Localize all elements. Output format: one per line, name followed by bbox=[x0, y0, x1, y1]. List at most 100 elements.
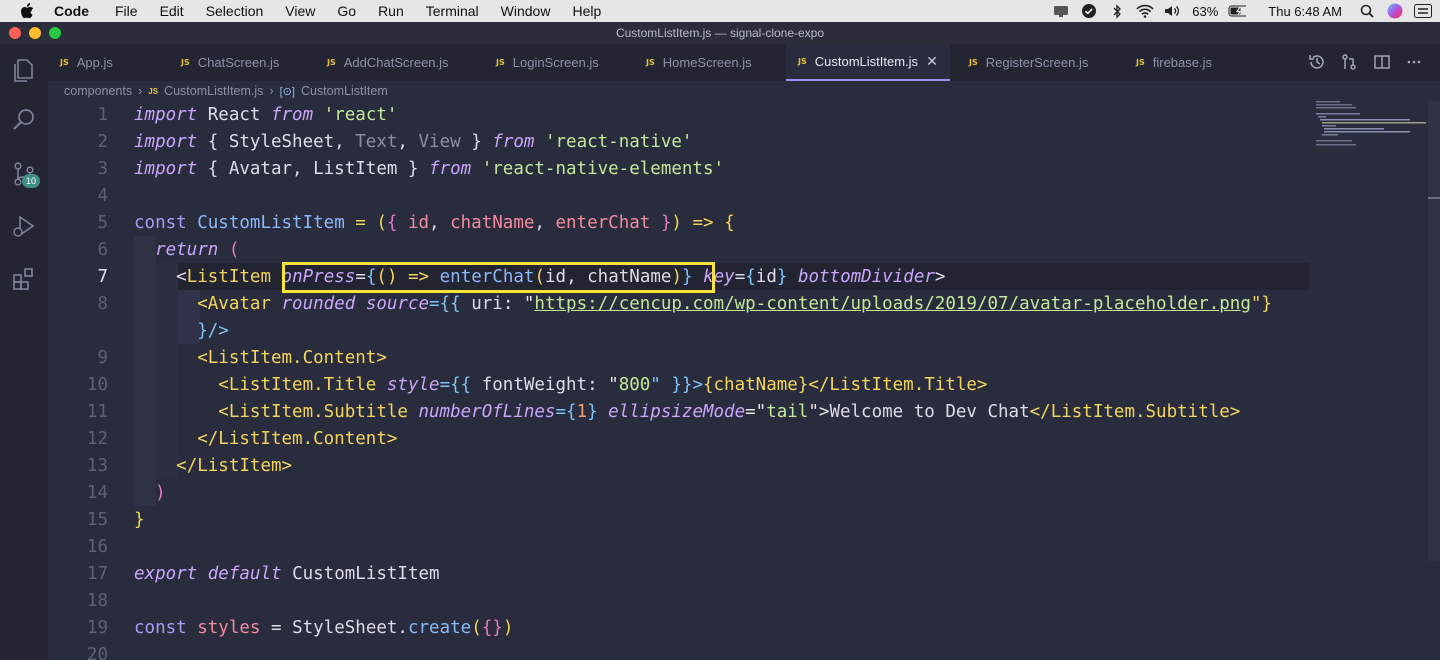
code-token: , bbox=[429, 213, 451, 233]
tab-label: ChatScreen.js bbox=[197, 55, 280, 70]
chevron-right-icon: › bbox=[269, 84, 274, 98]
more-actions-icon[interactable] bbox=[1405, 53, 1423, 71]
extensions-icon[interactable] bbox=[10, 264, 38, 292]
code-token: id bbox=[397, 213, 430, 233]
menu-edit[interactable]: Edit bbox=[160, 3, 184, 19]
breadcrumb-symbol[interactable]: CustomListItem bbox=[301, 84, 388, 98]
close-tab-icon[interactable]: ✕ bbox=[926, 53, 938, 70]
code-token: from bbox=[492, 132, 535, 152]
code-token: : " bbox=[502, 294, 535, 314]
code-token: " }}> bbox=[650, 375, 703, 395]
code-token: } bbox=[776, 267, 788, 287]
code-editor[interactable]: 1 2 3 4 5 6 7 8 9 10 11 12 13 14 15 16 1… bbox=[48, 101, 1428, 660]
code-token: from bbox=[270, 105, 314, 125]
tab-firebase-js[interactable]: JS firebase.js bbox=[1136, 44, 1212, 81]
line-number: 16 bbox=[86, 537, 108, 557]
js-file-icon: JS bbox=[969, 58, 978, 67]
vertical-scrollbar[interactable] bbox=[1428, 101, 1440, 561]
tab-addchatscreen-js[interactable]: JS AddChatScreen.js bbox=[327, 44, 449, 81]
activity-bar: 10 bbox=[0, 44, 48, 660]
line-number: 6 bbox=[97, 240, 108, 260]
line-number-current: 7 bbox=[97, 267, 108, 287]
code-token: const bbox=[134, 213, 187, 233]
avatar-url-link[interactable]: https://cencup.com/wp-content/uploads/20… bbox=[534, 294, 1250, 314]
code-token: bottomDivider bbox=[787, 267, 935, 287]
code-token: export bbox=[134, 564, 198, 584]
code-token: from bbox=[429, 159, 472, 179]
code-token: </ListItem.Content> bbox=[197, 429, 398, 449]
search-icon[interactable] bbox=[10, 106, 38, 134]
code-line-9: <ListItem.Content> bbox=[134, 348, 387, 368]
code-token: StyleSheet. bbox=[281, 618, 408, 638]
code-token: { StyleSheet, bbox=[197, 132, 356, 152]
breadcrumb-file[interactable]: CustomListItem.js bbox=[164, 84, 263, 98]
explorer-icon[interactable] bbox=[10, 56, 38, 84]
tab-homescreen-js[interactable]: JS HomeScreen.js bbox=[646, 44, 752, 81]
tab-label: CustomListItem.js bbox=[814, 54, 919, 69]
code-token: default bbox=[207, 564, 282, 584]
menu-view[interactable]: View bbox=[285, 3, 315, 19]
display-icon[interactable] bbox=[1052, 3, 1070, 19]
menu-window[interactable]: Window bbox=[501, 3, 551, 19]
battery-charging-icon[interactable] bbox=[1228, 3, 1247, 19]
tab-customlistitem-js[interactable]: JS CustomListItem.js ✕ bbox=[786, 44, 950, 81]
window-title-bar: CustomListItem.js — signal-clone-expo bbox=[0, 22, 1440, 44]
close-window-button[interactable] bbox=[9, 27, 21, 39]
line-number: 9 bbox=[97, 348, 108, 368]
code-token: ) bbox=[502, 618, 514, 638]
tab-chatscreen-js[interactable]: JS ChatScreen.js bbox=[181, 44, 279, 81]
menubar-clock[interactable]: Thu 6:48 AM bbox=[1268, 4, 1342, 19]
split-editor-icon[interactable] bbox=[1373, 53, 1391, 71]
code-token: enterChat bbox=[555, 213, 651, 233]
control-center-icon[interactable] bbox=[1414, 3, 1432, 19]
code-token: create bbox=[407, 618, 472, 638]
menu-file[interactable]: File bbox=[115, 3, 138, 19]
wifi-icon[interactable] bbox=[1136, 3, 1154, 19]
code-token: 1 bbox=[576, 402, 588, 422]
tab-app-js[interactable]: JS App.js bbox=[60, 44, 113, 81]
code-token: uri bbox=[471, 294, 503, 314]
code-line-12: </ListItem.Content> bbox=[134, 429, 397, 449]
menu-app-name[interactable]: Code bbox=[54, 3, 89, 19]
bluetooth-icon[interactable] bbox=[1108, 3, 1126, 19]
apple-menu-icon[interactable] bbox=[18, 2, 36, 20]
tab-label: firebase.js bbox=[1152, 55, 1212, 70]
code-token: } bbox=[650, 213, 672, 233]
code-line-17: export default CustomListItem bbox=[134, 564, 440, 584]
breadcrumb-folder[interactable]: components bbox=[64, 84, 132, 98]
chevron-right-icon: › bbox=[138, 84, 143, 98]
siri-icon[interactable] bbox=[1386, 3, 1404, 19]
menu-selection[interactable]: Selection bbox=[206, 3, 264, 19]
minimap[interactable] bbox=[1316, 101, 1426, 146]
code-token: rounded bbox=[281, 294, 356, 314]
code-token: { bbox=[745, 267, 756, 287]
code-token: > bbox=[934, 267, 946, 287]
run-debug-icon[interactable] bbox=[10, 212, 38, 240]
code-token: <ListItem.Content> bbox=[197, 348, 387, 368]
tab-loginscreen-js[interactable]: JS LoginScreen.js bbox=[496, 44, 599, 81]
line-number: 20 bbox=[86, 645, 108, 660]
code-token: return bbox=[155, 240, 219, 260]
menu-run[interactable]: Run bbox=[378, 3, 404, 19]
code-token: } bbox=[134, 510, 145, 530]
js-file-icon: JS bbox=[646, 58, 655, 67]
code-token: } bbox=[587, 402, 609, 422]
menu-go[interactable]: Go bbox=[337, 3, 356, 19]
checkmark-circle-icon[interactable] bbox=[1080, 3, 1098, 19]
code-token: 'react-native-elements' bbox=[471, 159, 725, 179]
code-token: , bbox=[397, 132, 419, 152]
line-number: 8 bbox=[97, 294, 108, 314]
js-file-icon: JS bbox=[798, 57, 807, 66]
menu-help[interactable]: Help bbox=[572, 3, 601, 19]
zoom-window-button[interactable] bbox=[49, 27, 61, 39]
menu-terminal[interactable]: Terminal bbox=[426, 3, 479, 19]
minimize-window-button[interactable] bbox=[29, 27, 41, 39]
open-changes-icon[interactable] bbox=[1340, 53, 1358, 71]
timeline-history-icon[interactable] bbox=[1308, 53, 1326, 71]
volume-icon[interactable] bbox=[1164, 3, 1182, 19]
code-line-15: } bbox=[134, 510, 145, 530]
spotlight-search-icon[interactable] bbox=[1358, 3, 1376, 19]
tab-registerscreen-js[interactable]: JS RegisterScreen.js bbox=[969, 44, 1088, 81]
